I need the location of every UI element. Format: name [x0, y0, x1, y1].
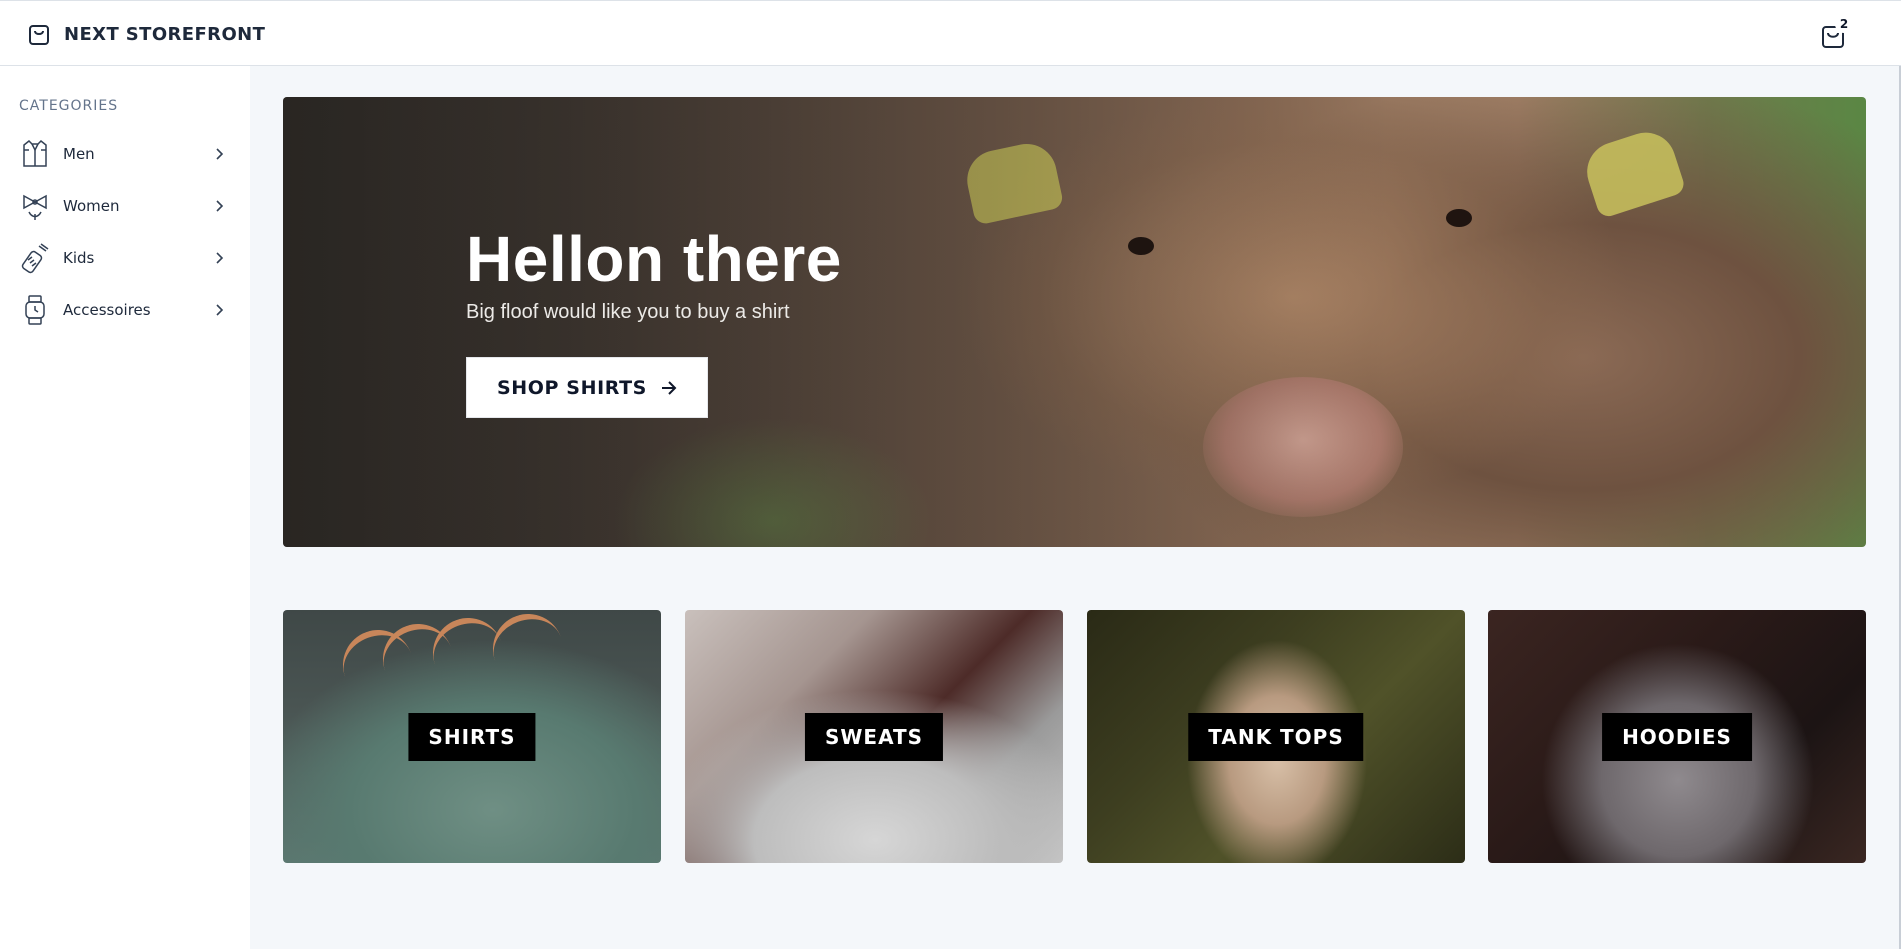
chevron-right-icon	[213, 147, 225, 161]
arrow-right-icon	[661, 380, 677, 395]
brand-name: NEXT STOREFRONT	[64, 23, 266, 45]
sidebar: CATEGORIES Men Women Kids Accessoires	[0, 66, 250, 949]
shop-shirts-label: SHOP SHIRTS	[497, 376, 647, 399]
chevron-right-icon	[213, 251, 225, 265]
cart-button[interactable]: 2	[1821, 15, 1855, 51]
baby-bottle-icon	[19, 240, 51, 276]
hero-banner: Hellon there Big floof would like you to…	[283, 97, 1866, 547]
brand-link[interactable]: NEXT STOREFRONT	[28, 21, 265, 47]
collection-label: TANK TOPS	[1188, 712, 1364, 761]
shop-shirts-button[interactable]: SHOP SHIRTS	[466, 357, 708, 418]
sidebar-item-label: Men	[63, 145, 95, 163]
collection-card-tank-tops[interactable]: TANK TOPS	[1087, 610, 1465, 863]
sidebar-item-men[interactable]: Men	[19, 134, 225, 174]
sidebar-item-women[interactable]: Women	[19, 186, 225, 226]
hero-subtitle: Big floof would like you to buy a shirt	[466, 301, 790, 323]
shopping-bag-icon	[29, 25, 49, 45]
collection-label: HOODIES	[1602, 712, 1752, 761]
sidebar-item-kids[interactable]: Kids	[19, 238, 225, 278]
hero-title: Hellon there	[466, 223, 842, 295]
collection-card-shirts[interactable]: SHIRTS	[283, 610, 661, 863]
collection-card-hoodies[interactable]: HOODIES	[1488, 610, 1866, 863]
collection-label: SHIRTS	[408, 712, 536, 761]
sidebar-item-accessoires[interactable]: Accessoires	[19, 290, 225, 330]
chevron-right-icon	[213, 303, 225, 317]
categories-heading: CATEGORIES	[19, 98, 119, 114]
sidebar-item-label: Accessoires	[63, 301, 151, 319]
chevron-right-icon	[213, 199, 225, 213]
collection-label: SWEATS	[804, 712, 944, 761]
hanger-image	[483, 610, 573, 694]
sidebar-item-label: Women	[63, 197, 120, 215]
top-header: NEXT STOREFRONT 2	[0, 0, 1901, 66]
sidebar-item-label: Kids	[63, 249, 95, 267]
watch-icon	[19, 292, 51, 328]
shirt-icon	[19, 136, 51, 172]
bow-icon	[19, 188, 51, 224]
cart-count-badge: 2	[1835, 15, 1853, 33]
collection-card-sweats[interactable]: SWEATS	[685, 610, 1063, 863]
